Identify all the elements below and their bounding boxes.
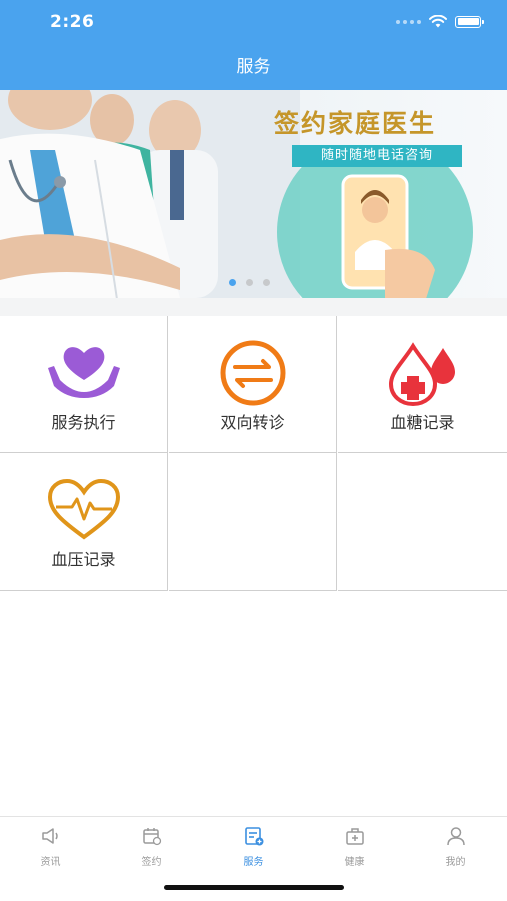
blood-drop-icon [388, 342, 455, 406]
empty-grid-cell [338, 453, 507, 591]
service-label: 双向转诊 [220, 413, 285, 432]
pager-dot[interactable] [229, 279, 236, 286]
page-title: 服务 [236, 57, 271, 77]
tab-label: 我的 [445, 857, 466, 868]
empty-grid-cell [169, 453, 337, 591]
calendar-icon [142, 828, 161, 846]
pager-dot[interactable] [246, 279, 253, 286]
pager-dot[interactable] [263, 279, 270, 286]
banner-carousel[interactable]: 签约家庭医生 随时随地电话咨询 [0, 90, 507, 298]
blood-pressure-button[interactable]: 血压记录 [0, 453, 168, 591]
services-grid: 服务执行 双向转诊 血糖记录 血压记录 [0, 316, 507, 591]
medical-kit-icon [345, 828, 364, 845]
status-icons [396, 15, 484, 28]
service-label: 血压记录 [51, 550, 116, 569]
service-label: 血糖记录 [390, 413, 455, 432]
tab-health[interactable]: 健康 [304, 825, 405, 868]
tab-label: 资讯 [40, 857, 61, 868]
service-icon [244, 827, 263, 846]
banner-subtitle: 随时随地电话咨询 [292, 145, 462, 167]
blood-sugar-button[interactable]: 血糖记录 [338, 316, 507, 453]
tab-sign[interactable]: 签约 [101, 825, 202, 868]
cellular-signal-icon [396, 19, 421, 24]
nav-bar: 服务 [0, 44, 507, 90]
status-bar: 2:26 [0, 0, 507, 44]
tab-label: 健康 [344, 857, 365, 868]
tab-service[interactable]: 服务 [203, 825, 304, 868]
user-icon [446, 827, 465, 846]
referral-button[interactable]: 双向转诊 [169, 316, 337, 453]
banner-title: 签约家庭医生 [274, 109, 437, 138]
status-time: 2:26 [50, 12, 95, 32]
tab-label: 签约 [141, 857, 162, 868]
service-execution-button[interactable]: 服务执行 [0, 316, 168, 453]
phone-consult-illustration [277, 152, 473, 298]
heart-hands-icon [47, 347, 120, 398]
wifi-icon [429, 15, 447, 28]
service-label: 服务执行 [51, 413, 116, 432]
doctors-illustration [0, 90, 300, 298]
carousel-pager[interactable] [229, 279, 270, 286]
battery-icon [455, 15, 484, 28]
tab-mine[interactable]: 我的 [405, 825, 506, 868]
tab-label: 服务 [243, 857, 264, 868]
transfer-arrows-icon [220, 340, 285, 406]
home-indicator[interactable] [164, 885, 344, 890]
tab-news[interactable]: 资讯 [0, 825, 101, 868]
news-icon [41, 828, 58, 844]
heartbeat-icon [47, 478, 120, 540]
section-divider [0, 298, 507, 316]
